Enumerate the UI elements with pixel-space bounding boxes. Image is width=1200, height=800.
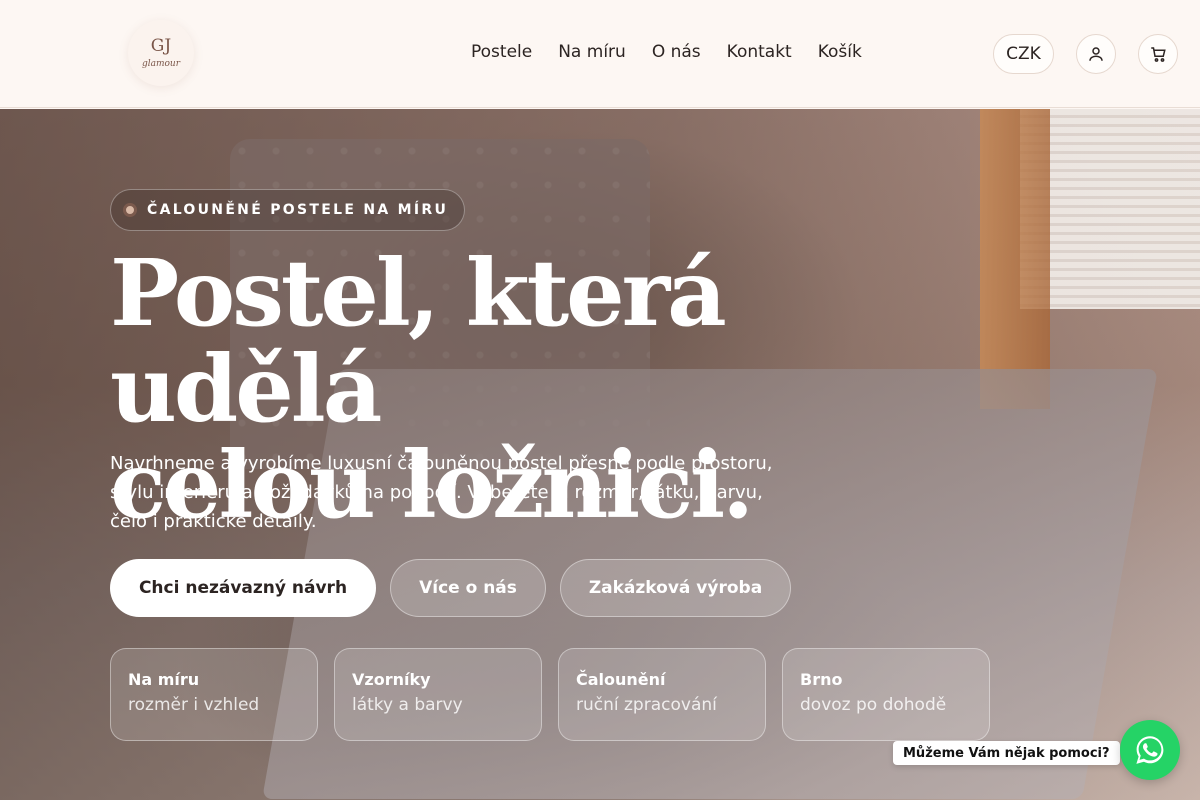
logo-mark: GJ	[150, 35, 172, 56]
feature-title: Na míru	[128, 670, 200, 689]
cart-icon	[1151, 47, 1166, 62]
nav-item-kontakt[interactable]: Kontakt	[727, 42, 792, 62]
feature-title: Brno	[800, 670, 843, 689]
chat-prompt-bubble[interactable]: Můžeme Vám nějak pomoci?	[893, 741, 1120, 765]
feature-card-custom: Na míru rozměr i vzhled	[110, 648, 318, 741]
custom-production-button[interactable]: Zakázková výroba	[560, 559, 791, 617]
whatsapp-chat-button[interactable]	[1120, 720, 1180, 780]
headline-line-1: Postel, která udělá	[110, 239, 727, 443]
currency-selector[interactable]: CZK	[993, 34, 1054, 74]
nav-item-na-miru[interactable]: Na míru	[558, 42, 626, 62]
feature-subtitle: dovoz po dohodě	[800, 695, 947, 715]
hero-lede: Navrhneme a vyrobíme luxusní čalouněnou …	[110, 453, 773, 532]
nav-item-o-nas[interactable]: O nás	[652, 42, 701, 62]
nav-item-postele[interactable]: Postele	[471, 42, 532, 62]
nav-item-kosik[interactable]: Košík	[818, 42, 862, 62]
hero-bg-curtain	[980, 109, 1050, 409]
eyebrow-dot-icon	[123, 203, 137, 217]
brand-logo[interactable]: GJ glamour	[128, 20, 194, 86]
logo-wordmark: glamour	[141, 58, 181, 69]
feature-card-samples: Vzorníky látky a barvy	[334, 648, 542, 741]
eyebrow-text: ČALOUNĚNÉ POSTELE NA MÍRU	[147, 202, 449, 218]
feature-subtitle: ruční zpracování	[576, 695, 717, 715]
feature-title: Čalounění	[576, 670, 666, 689]
whatsapp-icon	[1136, 736, 1164, 764]
site-header: GJ glamour Postele Na míru O nás Kontakt…	[0, 0, 1200, 108]
main-nav: Postele Na míru O nás Kontakt Košík	[471, 42, 862, 62]
hero-eyebrow: ČALOUNĚNÉ POSTELE NA MÍRU	[110, 189, 466, 231]
hero-section: ČALOUNĚNÉ POSTELE NA MÍRU Postel, která …	[0, 109, 1200, 800]
feature-title: Vzorníky	[352, 670, 431, 689]
cart-button[interactable]	[1138, 34, 1178, 74]
feature-card-upholstery: Čalounění ruční zpracování	[558, 648, 766, 741]
feature-subtitle: rozměr i vzhled	[128, 695, 260, 715]
about-us-button[interactable]: Více o nás	[390, 559, 546, 617]
design-request-button[interactable]: Chci nezávazný návrh	[110, 559, 376, 617]
account-button[interactable]	[1076, 34, 1116, 74]
feature-card-brno: Brno dovoz po dohodě	[782, 648, 990, 741]
feature-subtitle: látky a barvy	[352, 695, 463, 715]
user-icon	[1089, 47, 1103, 61]
